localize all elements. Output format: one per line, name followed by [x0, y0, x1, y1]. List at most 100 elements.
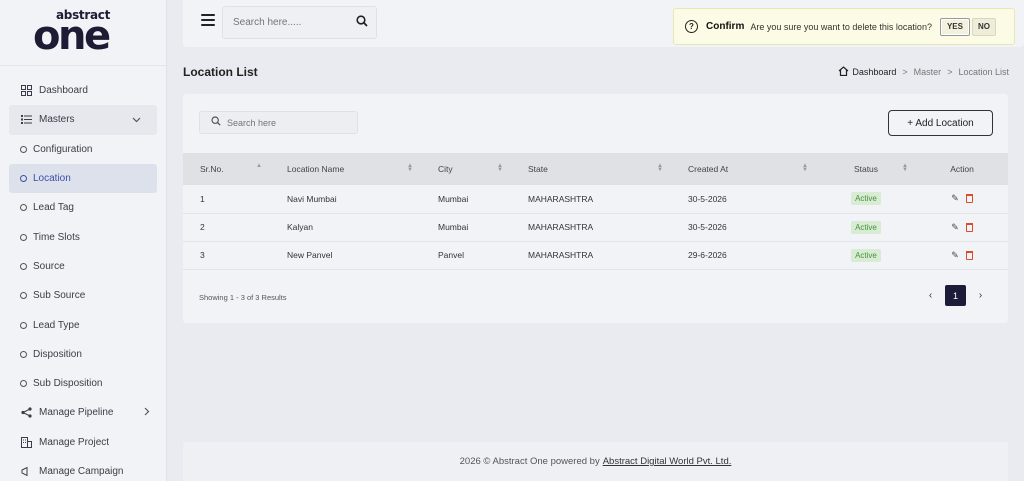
sidebar-item-location[interactable]: Location — [9, 163, 157, 194]
column-header-sr-no[interactable]: Sr.No. ▲ — [183, 153, 270, 185]
page-button-current[interactable]: 1 — [945, 285, 966, 306]
column-header-location-name[interactable]: Location Name ▲ ▼ — [270, 153, 421, 185]
search-icon[interactable] — [356, 15, 368, 27]
cell-location-name: Kalyan — [287, 222, 313, 232]
list-icon — [20, 114, 32, 126]
sidebar-item-time-slots[interactable]: Time Slots — [0, 222, 166, 251]
breadcrumb-separator: > — [902, 67, 908, 77]
circle-icon — [20, 380, 27, 388]
sidebar-item-lead-tag[interactable]: Lead Tag — [0, 193, 166, 222]
cell-action: ✎ — [916, 213, 1008, 241]
confirm-dialog: ? Confirm Are you sure you want to delet… — [673, 8, 1015, 45]
breadcrumb-label: Dashboard — [852, 67, 897, 77]
sidebar-item-configuration[interactable]: Configuration — [0, 135, 166, 164]
next-page-button[interactable]: › — [970, 285, 991, 306]
footer-company-link[interactable]: Abstract Digital World Pvt. Ltd. — [603, 456, 732, 467]
confirm-yes-button[interactable]: YES — [939, 17, 970, 36]
confirm-title: Confirm — [706, 21, 745, 32]
sidebar-item-sub-disposition[interactable]: Sub Disposition — [0, 369, 166, 398]
confirm-message: Are you sure you want to delete this loc… — [750, 21, 932, 32]
edit-icon[interactable]: ✎ — [951, 222, 959, 233]
circle-icon — [20, 145, 27, 153]
cell-action: ✎ — [916, 185, 1008, 213]
status-badge: Active — [851, 220, 881, 234]
pagination: ‹ 1 › — [920, 285, 991, 306]
sidebar-item-dashboard[interactable]: Dashboard — [0, 76, 166, 105]
edit-icon[interactable]: ✎ — [951, 193, 959, 204]
column-header-city[interactable]: City ▲ ▼ — [421, 153, 511, 185]
top-search-input[interactable] — [223, 7, 343, 38]
building-icon — [20, 436, 32, 448]
sidebar-item-masters[interactable]: Masters — [9, 105, 157, 135]
breadcrumb-dashboard[interactable]: Dashboard — [838, 66, 896, 78]
edit-icon[interactable]: ✎ — [951, 250, 959, 261]
cell-state: MAHARASHTRA — [528, 222, 594, 232]
sidebar-item-manage-pipeline[interactable]: Manage Pipeline — [0, 398, 166, 427]
sidebar-item-label: Dashboard — [39, 85, 88, 97]
search-icon — [211, 116, 221, 129]
circle-icon — [20, 262, 27, 270]
breadcrumb-master[interactable]: Master — [914, 67, 942, 77]
footer-text: 2026 © Abstract One powered by — [459, 456, 600, 467]
sidebar-item-disposition[interactable]: Disposition — [0, 340, 166, 369]
sidebar-nav: Dashboard Masters Configuration Location… — [0, 66, 166, 481]
column-header-status[interactable]: Status ▲ ▼ — [816, 153, 916, 185]
results-count: Showing 1 - 3 of 3 Results — [199, 293, 287, 302]
column-header-state[interactable]: State ▲ ▼ — [511, 153, 671, 185]
sort-icon: ▲ ▼ — [497, 163, 503, 173]
sidebar-item-source[interactable]: Source — [0, 252, 166, 281]
cell-location-name: New Panvel — [287, 250, 333, 260]
table-row: 1 Navi Mumbai Mumbai MAHARASHTRA 30-5-20… — [183, 185, 1008, 213]
sidebar-item-manage-project[interactable]: Manage Project — [0, 428, 166, 457]
cell-status: Active — [816, 241, 916, 269]
table-header-row: Sr.No. ▲ Location Name ▲ ▼ City ▲ ▼ State ▲ ▼ C… — [183, 153, 1008, 185]
sidebar-item-label: Configuration — [33, 143, 93, 155]
logo-text-big: one — [33, 13, 111, 59]
breadcrumb: Dashboard > Master > Location List — [838, 66, 1009, 78]
cell-created-at: 29-6-2026 — [688, 250, 727, 260]
sidebar-item-label: Lead Type — [33, 319, 80, 331]
delete-icon[interactable] — [965, 250, 973, 260]
cell-sr-no: 3 — [200, 250, 205, 260]
cell-status: Active — [816, 213, 916, 241]
sidebar-item-label: Manage Pipeline — [39, 407, 114, 419]
share-icon — [20, 407, 32, 419]
confirm-no-button[interactable]: NO — [971, 17, 996, 36]
page-title: Location List — [183, 65, 258, 79]
list-search-input[interactable] — [227, 117, 347, 128]
home-icon — [838, 66, 849, 78]
megaphone-icon — [20, 466, 32, 478]
cell-state: MAHARASHTRA — [528, 193, 594, 204]
cell-created-at: 30-5-2026 — [688, 193, 727, 204]
status-badge: Active — [851, 192, 881, 206]
breadcrumb-current: Location List — [958, 67, 1009, 77]
sidebar-item-manage-campaign[interactable]: Manage Campaign — [0, 457, 166, 481]
column-header-created-at[interactable]: Created At ▲ ▼ — [671, 153, 816, 185]
cell-created-at: 30-5-2026 — [688, 222, 727, 232]
sidebar-item-label: Source — [33, 260, 65, 272]
sidebar-item-label: Sub Disposition — [33, 378, 103, 390]
table-row: 3 New Panvel Panvel MAHARASHTRA 29-6-202… — [183, 241, 1008, 269]
delete-icon[interactable] — [965, 222, 973, 232]
breadcrumb-separator: > — [947, 67, 953, 77]
sidebar-item-lead-type[interactable]: Lead Type — [0, 310, 166, 339]
sidebar-item-label: Sub Source — [33, 290, 86, 302]
circle-icon — [20, 204, 27, 212]
cell-location-name: Navi Mumbai — [287, 193, 337, 204]
delete-icon[interactable] — [965, 194, 973, 204]
question-icon: ? — [685, 20, 698, 33]
sidebar-item-sub-source[interactable]: Sub Source — [0, 281, 166, 310]
add-location-button[interactable]: + Add Location — [888, 110, 993, 136]
location-list-card: + Add Location Sr.No.▲ Location Name▲▼ C… — [183, 94, 1008, 323]
circle-icon — [20, 321, 27, 329]
brand-logo[interactable]: abstract one — [0, 0, 166, 66]
sort-icon: ▲ ▼ — [902, 163, 908, 173]
sidebar-item-label: Manage Project — [39, 436, 110, 448]
sidebar-item-label: Masters — [39, 114, 75, 126]
menu-icon[interactable] — [201, 14, 215, 26]
sidebar-item-label: Lead Tag — [33, 202, 74, 214]
prev-page-button[interactable]: ‹ — [920, 285, 941, 306]
sidebar-item-label: Manage Campaign — [39, 466, 124, 477]
circle-icon — [20, 292, 27, 300]
cell-sr-no: 2 — [200, 222, 205, 232]
